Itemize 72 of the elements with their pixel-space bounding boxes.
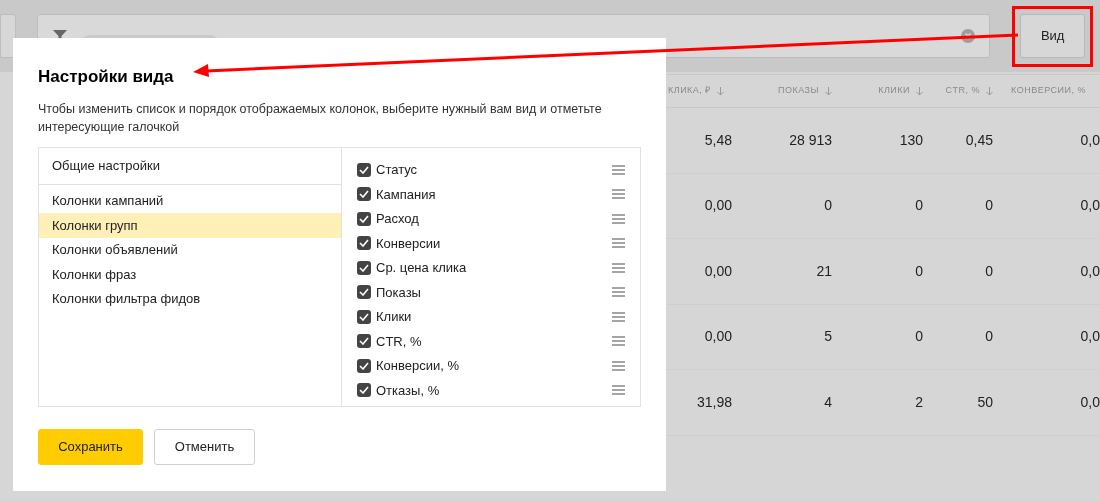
sort-arrow-icon[interactable] [986,86,993,96]
checkbox[interactable] [357,285,371,300]
drag-handle-icon[interactable] [612,164,625,175]
checkbox[interactable] [357,211,371,226]
column-label: CTR, % [376,332,423,351]
checkbox[interactable] [357,358,371,373]
table-cell: 0,00 [704,197,732,214]
sort-arrow-icon[interactable] [716,86,724,96]
table-cell: 0 [985,262,993,279]
table-cell: 4 [824,393,832,410]
column-label: Конверсии [376,234,442,253]
dialog-title: Настройки вида [38,66,175,88]
table-cell: 0,0 [1080,328,1100,345]
view-list-item[interactable]: Колонки фильтра фидов [39,286,341,311]
view-list-item[interactable]: Колонки групп [39,213,341,238]
table-cell: 31,98 [696,393,732,410]
view-list-item[interactable]: Колонки фраз [39,262,341,287]
table-cell: 0,45 [965,131,993,148]
checkbox[interactable] [357,334,371,349]
view-list-item[interactable]: Колонки объявлений [39,237,341,262]
save-button[interactable]: Сохранить [38,428,143,465]
view-list-item[interactable]: Колонки кампаний [39,188,341,213]
column-label: Показы [376,283,422,302]
table-cell: 21 [816,262,832,279]
drag-handle-icon[interactable] [612,262,625,273]
table-cell: 0,0 [1080,197,1100,214]
table-cell: 5,48 [704,131,732,148]
checkbox[interactable] [357,260,371,275]
column-label: Отказы, % [376,381,441,400]
cancel-button[interactable]: Отменить [154,428,255,465]
column-label: Конверсии, % [376,357,460,375]
drag-handle-icon[interactable] [612,360,625,371]
drag-handle-icon[interactable] [612,238,625,249]
drag-handle-icon[interactable] [612,385,625,396]
sort-arrow-icon[interactable] [825,86,832,96]
table-cell: 130 [899,131,923,148]
table-cell: 0 [824,197,832,214]
table-cell: 0,0 [1080,393,1100,410]
dialog-description: Чтобы изменить список и порядок отображаемых колонок, выберите нужный вам вид и отметьте интересующие галочкой [38,100,603,136]
drag-handle-icon[interactable] [612,189,625,200]
table-cell: 0 [915,328,923,345]
table-cell: 0,00 [704,262,732,279]
checkbox[interactable] [357,383,371,398]
drag-handle-icon[interactable] [612,287,625,298]
column-label: Кампания [376,185,437,204]
table-cell: 0 [985,197,993,214]
clear-icon[interactable] [961,29,976,43]
table-cell: 0 [915,262,923,279]
checkbox[interactable] [357,187,371,202]
checkbox[interactable] [357,162,371,177]
table-cell: 0,00 [704,328,732,345]
column-label: Ср. цена клика [376,259,468,277]
table-cell: 0 [985,328,993,345]
table-cell: 28 913 [789,131,832,148]
drag-handle-icon[interactable] [612,311,625,322]
table-cell: 2 [915,393,923,410]
column-label: Клики [376,308,413,326]
table-cell: 0,0 [1080,131,1100,148]
dropdown-button[interactable] [0,14,16,58]
table-cell: 50 [977,393,993,410]
checkbox[interactable] [357,309,371,324]
table-cell: 5 [824,328,832,345]
sort-arrow-icon[interactable] [916,86,923,96]
list-item[interactable]: Общие настройки [39,147,341,185]
table-cell: 0 [915,197,923,214]
drag-handle-icon[interactable] [612,336,625,347]
column-label: Расход [376,210,420,228]
column-label: Статус [376,161,419,179]
checkbox[interactable] [357,236,371,251]
view-button[interactable]: Вид [1020,14,1086,58]
table-cell: 0,0 [1080,262,1100,279]
drag-handle-icon[interactable] [612,213,625,224]
